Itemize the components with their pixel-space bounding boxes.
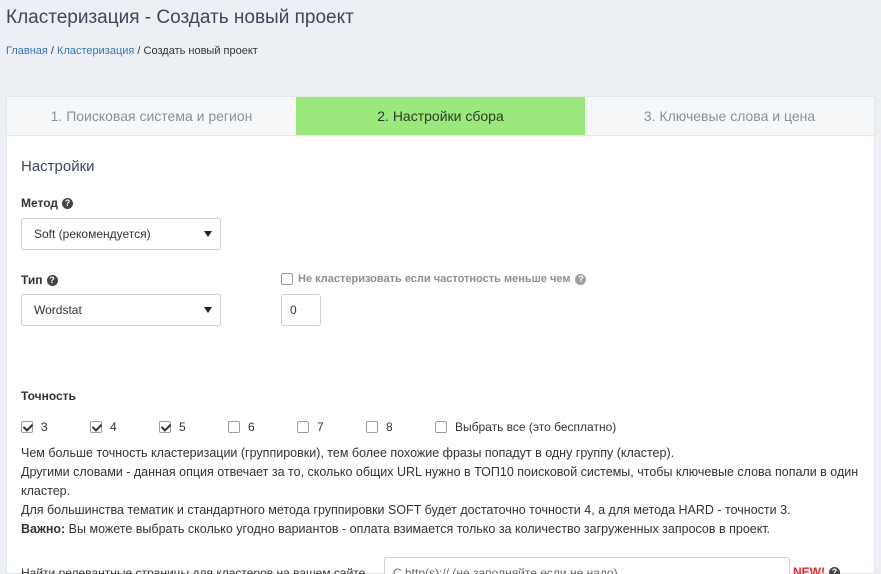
description-important: Важно: Вы можете выбрать сколько угодно …	[21, 520, 866, 539]
checkbox-unchecked[interactable]	[366, 421, 378, 433]
breadcrumb-current: Создать новый проект	[143, 45, 258, 57]
type-select[interactable]: Wordstat	[21, 294, 221, 326]
new-badge-text: NEW!	[793, 565, 825, 574]
precision-option-7[interactable]: 7	[297, 420, 324, 434]
precision-option-label: 7	[317, 420, 324, 434]
question-circle-icon[interactable]: ?	[575, 273, 587, 285]
precision-option-6[interactable]: 6	[228, 420, 255, 434]
type-label-text: Тип	[21, 273, 43, 287]
important-label: Важно:	[21, 522, 66, 536]
precision-select-all[interactable]: Выбрать все (это бесплатно)	[435, 420, 616, 434]
relevant-pages-label: Найти релевантные страницы для кластеров…	[21, 566, 366, 574]
type-select-value: Wordstat	[34, 303, 82, 317]
page-title: Кластеризация - Создать новый проект	[6, 7, 354, 28]
precision-description: Чем больше точность кластеризации (групп…	[21, 444, 866, 539]
frequency-threshold-value: 0	[290, 303, 297, 317]
method-select[interactable]: Soft (рекомендуется)	[21, 218, 221, 250]
question-circle-icon[interactable]: ?	[829, 566, 840, 574]
precision-option-4[interactable]: 4	[90, 420, 117, 434]
no-cluster-option: Не кластеризовать если частотность меньш…	[281, 273, 587, 285]
breadcrumb-separator: /	[47, 45, 58, 57]
checkbox-checked[interactable]	[159, 421, 171, 433]
precision-label-text: Точность	[21, 389, 76, 403]
method-select-value: Soft (рекомендуется)	[34, 227, 151, 241]
method-label: Метод ?	[21, 196, 74, 210]
question-circle-icon[interactable]: ?	[62, 197, 74, 209]
wizard-card: 1. Поисковая система и регион 2. Настрой…	[6, 96, 875, 574]
checkbox-unchecked[interactable]	[435, 421, 447, 433]
question-circle-icon[interactable]: ?	[46, 274, 58, 286]
precision-option-label: 4	[110, 420, 117, 434]
method-label-text: Метод	[21, 196, 59, 210]
breadcrumb-separator: /	[134, 45, 144, 57]
precision-option-label: 8	[386, 420, 393, 434]
precision-label: Точность	[21, 389, 76, 403]
tab-collection-settings[interactable]: 2. Настройки сбора	[296, 97, 585, 135]
important-text: Вы можете выбрать сколько угодно вариант…	[65, 522, 771, 536]
checkbox-unchecked[interactable]	[297, 421, 309, 433]
site-url-placeholder: С http(s):// (не заполняйте если не надо…	[393, 566, 618, 574]
precision-option-label: 3	[41, 420, 48, 434]
checkbox-checked[interactable]	[90, 421, 102, 433]
precision-option-8[interactable]: 8	[366, 420, 393, 434]
new-badge: NEW! ?	[793, 565, 840, 574]
site-url-input[interactable]: С http(s):// (не заполняйте если не надо…	[384, 557, 790, 574]
no-cluster-checkbox[interactable]	[281, 273, 293, 285]
type-label: Тип ?	[21, 273, 58, 287]
precision-option-label: 5	[179, 420, 186, 434]
breadcrumb: Главная / Кластеризация / Создать новый …	[6, 45, 258, 57]
caret-down-icon	[204, 231, 212, 237]
description-line: Чем больше точность кластеризации (групп…	[21, 446, 675, 460]
description-line: Другими словами - данная опция отвечает …	[21, 465, 859, 498]
wizard-tabs: 1. Поисковая система и регион 2. Настрой…	[7, 97, 874, 136]
tab-search-engine-region[interactable]: 1. Поисковая система и регион	[7, 97, 296, 135]
caret-down-icon	[204, 307, 212, 313]
checkbox-checked[interactable]	[21, 421, 33, 433]
checkbox-unchecked[interactable]	[228, 421, 240, 433]
breadcrumb-section-link[interactable]: Кластеризация	[57, 45, 134, 57]
tab-keywords-price[interactable]: 3. Ключевые слова и цена	[585, 97, 874, 135]
precision-option-label: 6	[248, 420, 255, 434]
frequency-threshold-input[interactable]: 0	[281, 294, 321, 326]
section-title: Настройки	[21, 158, 95, 175]
no-cluster-label: Не кластеризовать если частотность меньш…	[298, 273, 571, 285]
precision-option-5[interactable]: 5	[159, 420, 186, 434]
description-line: Для большинства тематик и стандартного м…	[21, 503, 791, 517]
precision-option-3[interactable]: 3	[21, 420, 48, 434]
precision-select-all-label: Выбрать все (это бесплатно)	[455, 420, 617, 434]
breadcrumb-home-link[interactable]: Главная	[6, 45, 48, 57]
